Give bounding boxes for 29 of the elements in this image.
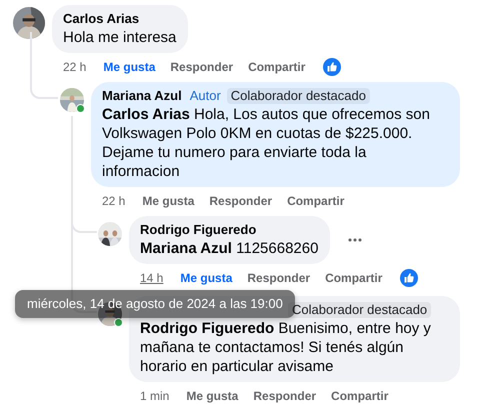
comment-text: Rodrigo Figueredo Buenisimo, entre hoy y mañana te contactamos! Si tenés algún horario en particular avisame (140, 319, 432, 376)
author-name[interactable]: Carlos Arias (63, 11, 140, 27)
thread-connector-line (30, 32, 58, 99)
action-link[interactable]: Responder (253, 388, 316, 404)
action-link[interactable]: Compartir (325, 270, 382, 286)
thumbs-up-icon[interactable] (400, 268, 418, 286)
author-label: Autor (190, 88, 221, 104)
timestamp-link[interactable]: 22 h (63, 58, 86, 74)
like-link[interactable]: Me gusta (180, 270, 232, 286)
timestamp-link[interactable]: 14 h (140, 270, 164, 286)
thumbs-up-icon[interactable] (323, 58, 342, 76)
comment-text: Carlos Arias Hola, Los autos que ofrecemos son Volkswagen Polo 0KM en cuotas de $225.000. Dejame tu numero para enviarte toda la informacion (102, 105, 431, 181)
comment-text: Mariana Azul 1125668260 (140, 239, 318, 258)
author-name[interactable]: Rodrigo Figueredo (140, 222, 256, 238)
action-link[interactable]: Me gusta (186, 388, 238, 404)
author-name[interactable]: Mariana Azul (102, 88, 182, 104)
like-link[interactable]: Me gusta (103, 58, 156, 74)
action-link[interactable]: Responder (247, 270, 310, 286)
action-link[interactable]: Compartir (287, 192, 344, 208)
action-link[interactable]: Compartir (248, 58, 306, 74)
action-link[interactable]: Responder (170, 58, 234, 74)
action-link[interactable]: Responder (209, 192, 272, 208)
action-link[interactable]: Compartir (331, 388, 388, 404)
timestamp-link[interactable]: 22 h (102, 192, 126, 208)
comment-text: Hola me interesa (63, 28, 176, 47)
more-options-icon[interactable] (348, 238, 362, 242)
timestamp-link[interactable]: 1 min (140, 388, 170, 404)
contributor-badge: Colaborador destacado (226, 88, 370, 104)
action-link[interactable]: Me gusta (142, 192, 194, 208)
